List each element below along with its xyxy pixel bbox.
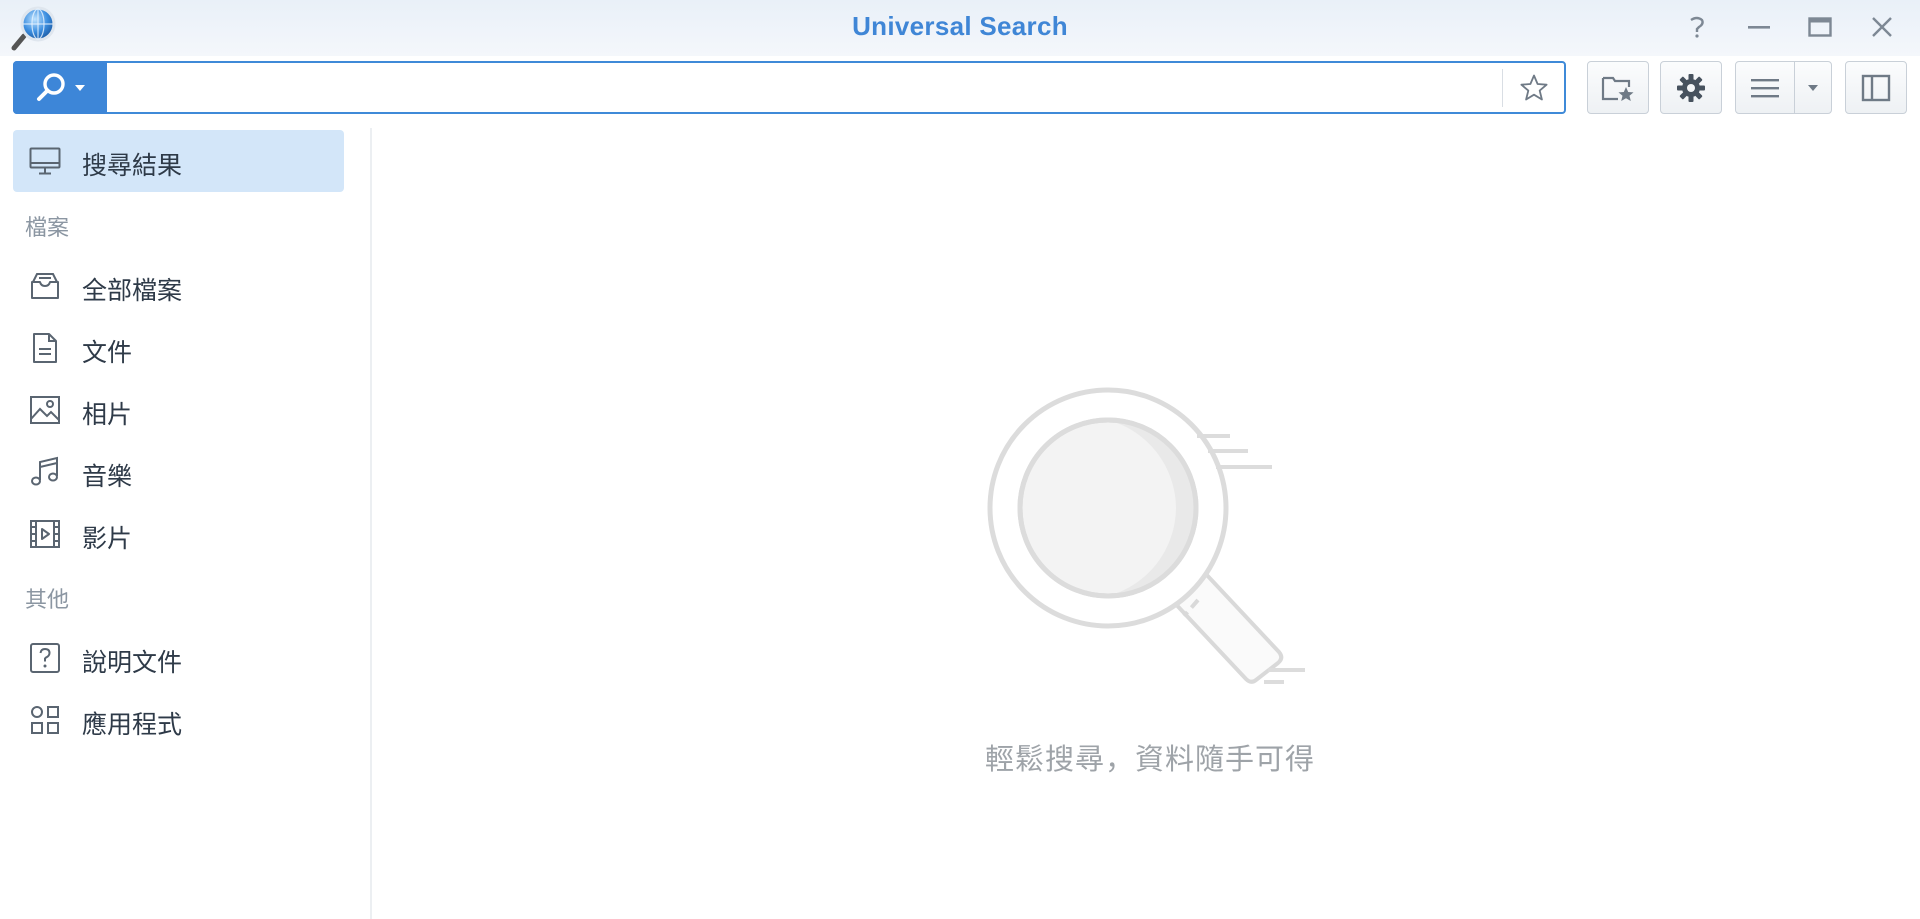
close-icon (1872, 17, 1892, 37)
caret-down-icon (75, 84, 85, 91)
monitor-icon (29, 145, 61, 177)
gear-icon (1677, 73, 1705, 102)
sidebar-item-videos[interactable]: 影片 (13, 503, 344, 565)
search-icon (37, 72, 65, 101)
toggle-preview-panel-button[interactable] (1845, 61, 1907, 114)
sidebar-item-label: 文件 (82, 338, 133, 367)
sidebar-item-label: 搜尋結果 (82, 151, 183, 180)
view-mode-dropdown[interactable] (1794, 61, 1832, 114)
sidebar-item-applications[interactable]: 應用程式 (13, 689, 344, 751)
maximize-button[interactable] (1803, 12, 1837, 42)
sidebar-item-label: 音樂 (82, 462, 133, 491)
empty-state-magnifier-illustration (972, 380, 1332, 700)
settings-button[interactable] (1660, 61, 1722, 114)
minimize-button[interactable] (1742, 12, 1776, 42)
search-input[interactable] (107, 63, 1503, 112)
star-icon (1520, 74, 1548, 101)
split-panel-icon (1861, 74, 1891, 101)
sidebar-item-photos[interactable]: 相片 (13, 379, 344, 441)
image-icon (29, 394, 61, 426)
title-bar: Universal Search (0, 0, 1920, 56)
caret-down-icon (1808, 84, 1818, 91)
music-note-icon (29, 456, 61, 488)
view-mode-button[interactable] (1735, 61, 1795, 114)
maximize-icon (1808, 17, 1832, 37)
film-icon (29, 518, 61, 550)
section-heading-files: 檔案 (25, 216, 70, 241)
help-button[interactable] (1680, 12, 1714, 42)
sidebar-divider (370, 128, 372, 919)
sidebar-item-label: 應用程式 (82, 710, 183, 739)
inbox-icon (29, 270, 61, 302)
list-view-icon (1751, 78, 1779, 97)
favorite-search-button[interactable] (1509, 65, 1559, 111)
minimize-icon (1748, 26, 1770, 29)
close-button[interactable] (1865, 12, 1899, 42)
document-icon (29, 332, 61, 364)
sidebar-item-label: 說明文件 (82, 648, 183, 677)
search-box (13, 61, 1566, 114)
section-heading-others: 其他 (25, 588, 70, 613)
saved-searches-button[interactable] (1587, 61, 1649, 114)
help-icon (29, 642, 61, 674)
sidebar-item-music[interactable]: 音樂 (13, 441, 344, 503)
question-mark-icon (1690, 16, 1704, 38)
search-type-dropdown[interactable] (13, 61, 107, 114)
sidebar-item-all-files[interactable]: 全部檔案 (13, 255, 344, 317)
sidebar-item-help-docs[interactable]: 說明文件 (13, 627, 344, 689)
sidebar-item-search-results[interactable]: 搜尋結果 (13, 130, 344, 192)
search-divider (1502, 69, 1503, 107)
folder-star-icon (1601, 76, 1634, 101)
sidebar-item-label: 全部檔案 (82, 276, 183, 305)
apps-grid-icon (29, 704, 61, 736)
sidebar-item-label: 相片 (82, 400, 133, 429)
sidebar-item-documents[interactable]: 文件 (13, 317, 344, 379)
sidebar-item-label: 影片 (82, 524, 133, 553)
window-title: Universal Search (852, 11, 1068, 41)
universal-search-window: Universal Search 搜尋結果 檔案 全部檔案 文件 相片 音樂 影… (0, 0, 1920, 919)
empty-state-message: 輕鬆搜尋，資料隨手可得 (984, 742, 1315, 776)
